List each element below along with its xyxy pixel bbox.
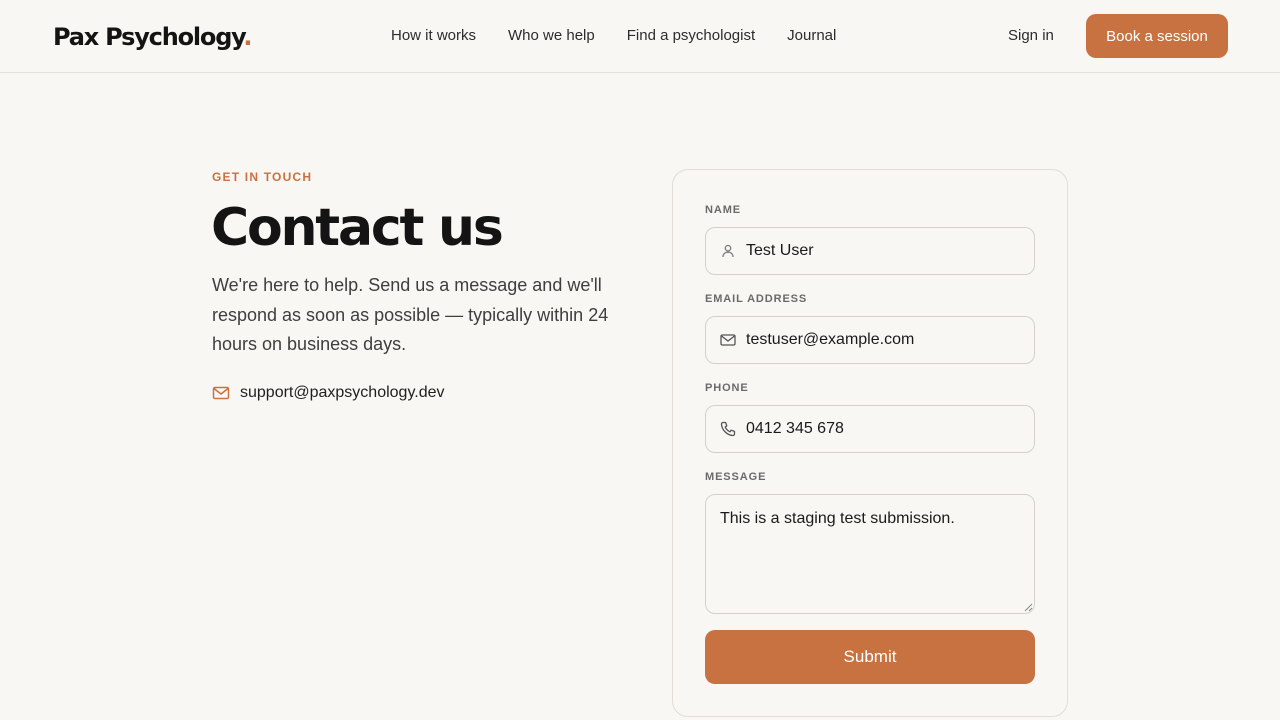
phone-label: PHONE <box>705 382 749 394</box>
phone-icon <box>720 421 736 437</box>
email-input[interactable] <box>746 317 1026 363</box>
page-title: Contact us <box>211 198 504 258</box>
book-session-button[interactable]: Book a session <box>1086 14 1228 58</box>
submit-button[interactable]: Submit <box>705 630 1035 684</box>
message-textarea[interactable]: This is a staging test submission. <box>705 494 1035 614</box>
main-nav: How it works Who we help Find a psycholo… <box>391 26 868 46</box>
email-field[interactable] <box>705 316 1035 364</box>
support-email-row: support@paxpsychology.dev <box>212 383 445 403</box>
logo-dot: . <box>243 23 252 51</box>
name-input[interactable] <box>746 228 1026 274</box>
logo[interactable]: Pax Psychology. <box>53 22 253 52</box>
message-label: MESSAGE <box>705 471 767 483</box>
support-email-link[interactable]: support@paxpsychology.dev <box>240 383 445 403</box>
mail-icon <box>212 384 230 402</box>
name-label: NAME <box>705 204 741 216</box>
nav-find-a-psychologist[interactable]: Find a psychologist <box>627 26 755 46</box>
site-header: Pax Psychology. How it works Who we help… <box>0 0 1280 73</box>
intro-paragraph: We're here to help. Send us a message an… <box>212 275 609 354</box>
mail-icon <box>720 332 736 348</box>
sign-in-link[interactable]: Sign in <box>1008 26 1054 46</box>
eyebrow-label: GET IN TOUCH <box>212 170 313 184</box>
nav-who-we-help[interactable]: Who we help <box>508 26 595 46</box>
phone-field[interactable] <box>705 405 1035 453</box>
nav-journal[interactable]: Journal <box>787 26 836 46</box>
phone-input[interactable] <box>746 406 1026 452</box>
resize-grip-icon[interactable] <box>1024 603 1033 612</box>
email-label: EMAIL ADDRESS <box>705 293 808 305</box>
nav-how-it-works[interactable]: How it works <box>391 26 476 46</box>
user-icon <box>720 243 736 259</box>
name-field[interactable] <box>705 227 1035 275</box>
logo-text: Pax Psychology <box>53 23 245 51</box>
